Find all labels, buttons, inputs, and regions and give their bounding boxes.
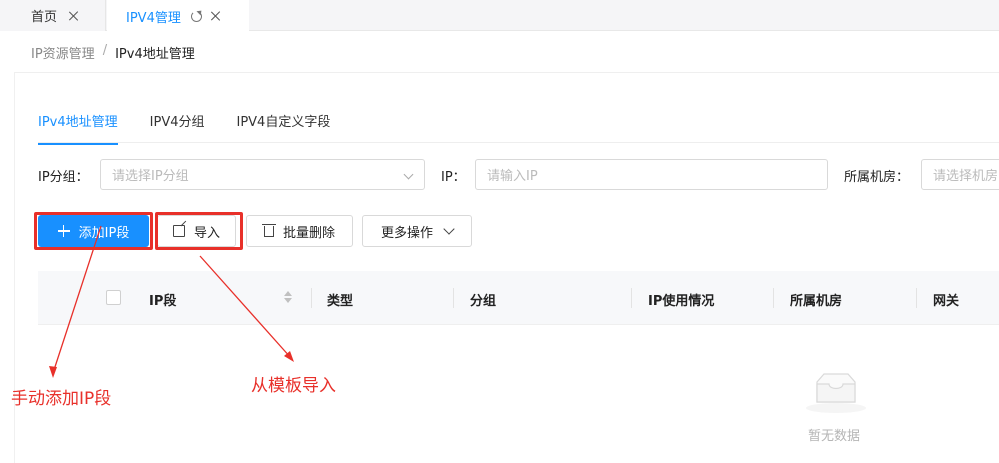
breadcrumb-current: IPv4地址管理 [115, 47, 195, 62]
plus-icon [57, 225, 70, 237]
column-divider [311, 288, 312, 308]
column-header-room: 所属机房 [790, 294, 843, 309]
tab-ipv4-label: IPV4管理 [126, 10, 181, 26]
batch-delete-label: 批量删除 [282, 225, 335, 241]
edit-icon [172, 225, 185, 237]
add-ip-segment-label: 添加IP段 [78, 225, 130, 241]
breadcrumb: IP资源管理 / IPv4地址管理 [31, 43, 195, 62]
room-filter-label: 所属机房： [844, 170, 910, 185]
group-select[interactable]: 请选择IP分组 [100, 159, 425, 190]
arrow-head-add [49, 366, 57, 378]
tab-ipv4-group[interactable]: IPV4分组 [150, 111, 205, 145]
close-icon[interactable] [69, 11, 79, 21]
chevron-down-icon [403, 169, 414, 180]
column-divider [453, 288, 454, 308]
arrow-head-import [284, 351, 294, 362]
column-divider [631, 288, 632, 308]
ip-input[interactable]: 请输入IP [475, 159, 828, 190]
column-header-group: 分组 [470, 294, 497, 309]
empty-inbox-icon [806, 373, 866, 413]
column-divider [916, 288, 917, 308]
tab-ipv4-custom-fields[interactable]: IPV4自定义字段 [236, 111, 330, 145]
group-filter-label: IP分组： [38, 170, 89, 185]
refresh-icon[interactable] [190, 10, 202, 22]
chevron-down-icon [443, 223, 455, 235]
annotation-import-note: 从模板导入 [251, 376, 336, 396]
sort-icon[interactable] [284, 291, 292, 304]
batch-delete-button[interactable]: 批量删除 [246, 215, 353, 247]
import-label: 导入 [193, 225, 220, 241]
room-select[interactable]: 请选择机房 [921, 159, 999, 190]
column-header-gateway: 网关 [933, 294, 960, 309]
tab-ipv4-management[interactable]: IPV4管理 [107, 0, 249, 32]
tab-home-label: 首页 [31, 10, 58, 25]
ip-filter-label: IP： [441, 170, 466, 185]
tab-ipv4-address[interactable]: IPv4地址管理 [38, 111, 118, 145]
more-actions-label: 更多操作 [380, 225, 433, 241]
select-all-checkbox[interactable] [106, 290, 121, 305]
import-button[interactable]: 导入 [157, 215, 236, 247]
inner-tabs: IPv4地址管理 IPV4分组 IPV4自定义字段 [38, 111, 362, 145]
more-actions-dropdown[interactable]: 更多操作 [362, 215, 472, 247]
room-select-placeholder: 请选择机房 [933, 169, 999, 184]
empty-state-text: 暂无数据 [808, 429, 861, 444]
column-header-ip-segment[interactable]: IP段 [149, 290, 176, 309]
group-select-placeholder: 请选择IP分组 [112, 169, 189, 184]
column-divider [773, 288, 774, 308]
divider [38, 142, 999, 143]
column-header-type: 类型 [327, 294, 354, 309]
ip-input-placeholder: 请输入IP [487, 169, 538, 184]
breadcrumb-separator: / [102, 43, 108, 58]
trash-icon [261, 223, 276, 237]
annotation-add-note: 手动添加IP段 [11, 389, 112, 409]
add-ip-segment-button[interactable]: 添加IP段 [38, 215, 149, 247]
close-icon[interactable] [211, 11, 221, 21]
tab-home[interactable]: 首页 [0, 0, 106, 31]
breadcrumb-parent[interactable]: IP资源管理 [31, 43, 95, 62]
table-header: IP段 类型 分组 IP使用情况 所属机房 网关 [38, 271, 999, 325]
column-header-ip-usage: IP使用情况 [648, 294, 715, 309]
page-tab-bar: 首页 IPV4管理 [0, 0, 999, 32]
divider [15, 72, 999, 73]
